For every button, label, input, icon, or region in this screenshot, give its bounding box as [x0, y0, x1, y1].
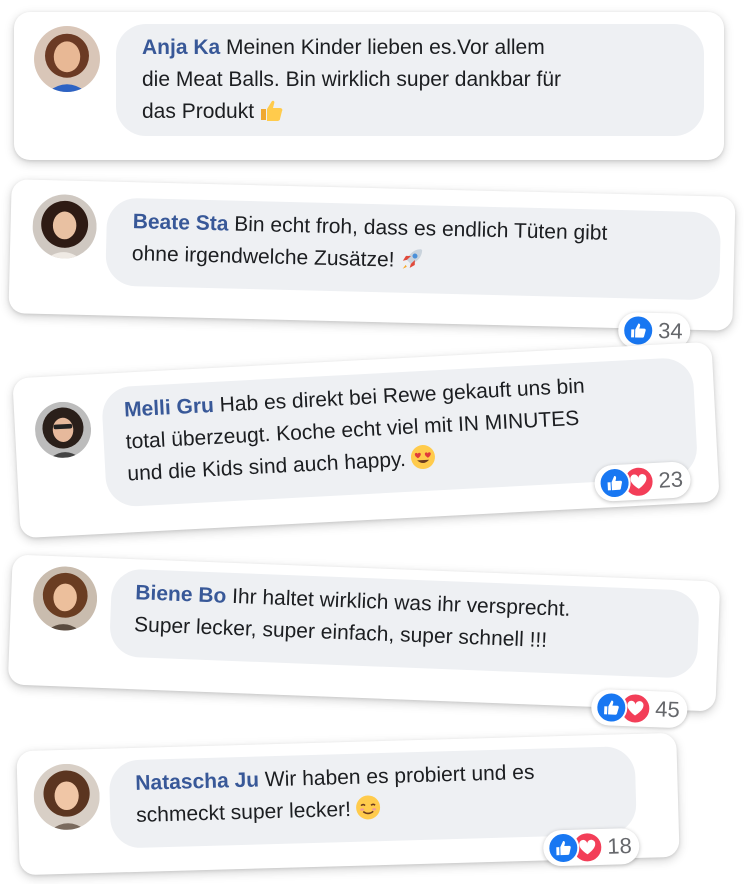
reaction-badge[interactable]: 23 [593, 461, 692, 503]
comment-line: Bin echt froh, dass es endlich Tüten gib… [233, 212, 608, 245]
reaction-count: 23 [657, 466, 684, 493]
commenter-name[interactable]: Anja Ka [142, 36, 220, 59]
commenter-name[interactable]: Melli Gru [124, 394, 215, 422]
relieved-emoji [354, 794, 381, 821]
comment-card: Anja Ka Meinen Kinder lieben es.Vor alle… [14, 12, 724, 160]
like-icon [597, 466, 632, 500]
avatar[interactable] [34, 26, 100, 92]
comment-line: die Meat Balls. Bin wirklich super dankb… [142, 68, 562, 91]
avatar[interactable] [32, 762, 101, 831]
comment-text: Natascha Ju Wir haben es probiert und es… [135, 757, 536, 832]
comment-card: Melli Gru Hab es direkt bei Rewe gekauft… [12, 341, 720, 539]
reaction-count: 18 [606, 833, 633, 859]
avatar[interactable] [33, 400, 93, 460]
heart-eyes-emoji [409, 443, 436, 470]
comment-line: Wir haben es probiert und es [264, 760, 535, 792]
commenter-name[interactable]: Biene Bo [135, 581, 227, 607]
thumbs-up-emoji [258, 97, 284, 123]
comment-line: das Produkt [142, 100, 255, 123]
avatar[interactable] [31, 193, 98, 260]
rocket-emoji [398, 246, 425, 273]
reaction-count: 45 [654, 696, 681, 723]
commenter-name[interactable]: Beate Sta [132, 210, 228, 235]
comment-text: Beate Sta Bin echt froh, dass es endlich… [132, 206, 608, 282]
reaction-badge[interactable]: 45 [590, 688, 689, 729]
commenter-name[interactable]: Natascha Ju [135, 768, 259, 794]
comment-text: Anja Ka Meinen Kinder lieben es.Vor alle… [142, 32, 561, 128]
comment-card: Natascha Ju Wir haben es probiert und es… [16, 732, 680, 876]
reaction-badge[interactable]: 18 [542, 827, 641, 867]
like-icon [621, 314, 655, 347]
like-icon [546, 831, 580, 865]
comment-line: schmeckt super lecker! [135, 797, 352, 827]
reaction-count: 34 [657, 318, 684, 344]
comment-line: Meinen Kinder lieben es.Vor allem [226, 36, 545, 59]
comment-line: ohne irgendwelche Zusätze! [131, 242, 395, 272]
comment-card: Biene Bo Ihr haltet wirklich was ihr ver… [7, 554, 721, 729]
avatar[interactable] [31, 565, 99, 632]
comment-card: Beate Sta Bin echt froh, dass es endlich… [8, 179, 736, 350]
